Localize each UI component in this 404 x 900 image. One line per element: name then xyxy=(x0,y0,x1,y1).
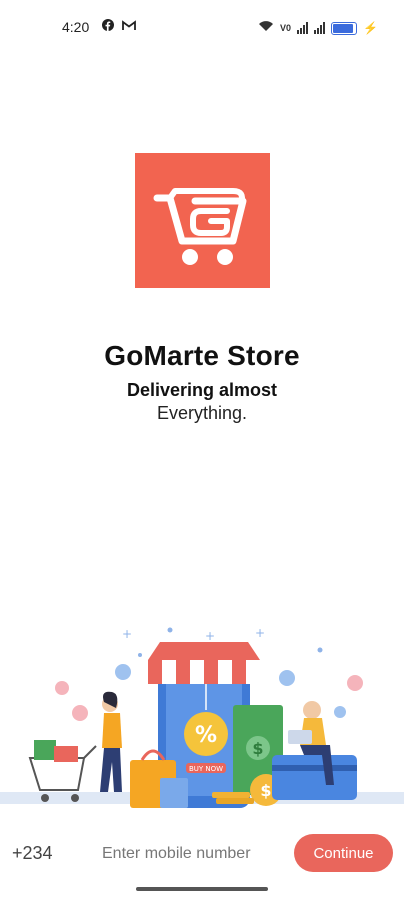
svg-text:+: + xyxy=(205,629,215,643)
status-bar: 4:20 V0 ⚡ xyxy=(0,0,404,56)
svg-text:$: $ xyxy=(260,781,271,800)
svg-text:+: + xyxy=(255,626,265,640)
tagline-line-1: Delivering almost xyxy=(126,380,278,400)
online-shopping-illustration: + + + % BUY NOW $ $ xyxy=(0,620,404,820)
app-title: GoMarte Store xyxy=(104,340,300,371)
status-time: 4:20 xyxy=(62,19,90,35)
buy-now-label: BUY NOW xyxy=(189,765,223,773)
country-code[interactable]: +234 xyxy=(12,843,53,864)
gmail-icon xyxy=(122,19,136,34)
mobile-number-input[interactable] xyxy=(100,840,284,868)
svg-text:$: $ xyxy=(252,739,263,758)
sale-percent-badge: % xyxy=(195,723,217,748)
battery-icon xyxy=(331,21,358,35)
signal-icon xyxy=(314,22,326,34)
cart-logo-icon xyxy=(153,188,247,265)
continue-button[interactable]: Continue xyxy=(294,834,393,872)
signal-icon xyxy=(297,22,309,34)
wifi-icon xyxy=(258,19,274,37)
home-indicator[interactable] xyxy=(136,887,268,891)
svg-text:+: + xyxy=(122,627,132,641)
app-logo xyxy=(135,153,270,288)
charging-icon: ⚡ xyxy=(363,21,378,35)
tagline-line-2: Everything. xyxy=(156,403,248,423)
facebook-icon xyxy=(102,19,114,34)
volte-icon: V0 xyxy=(280,23,292,33)
phone-login-bar: +234 Continue xyxy=(0,820,404,880)
